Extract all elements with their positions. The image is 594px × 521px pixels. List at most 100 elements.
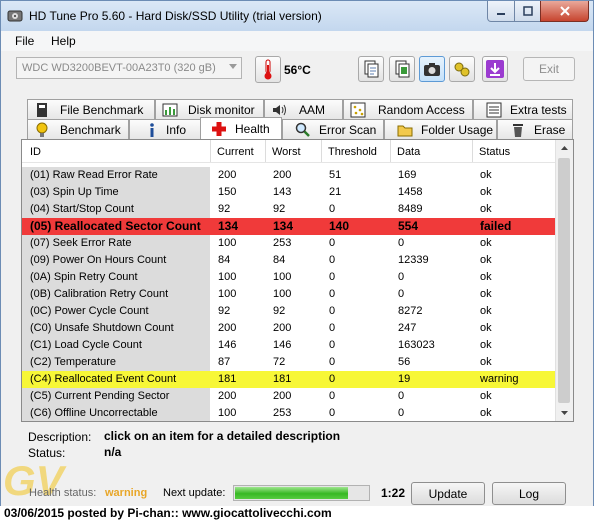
cell-id: (04) Start/Stop Count — [30, 203, 134, 215]
copy-info-button[interactable] — [358, 56, 384, 82]
table-row[interactable]: (09) Power On Hours Count 84 84 0 12339 ok — [22, 252, 556, 269]
close-button[interactable] — [540, 1, 589, 22]
table-row[interactable]: (0A) Spin Retry Count 100 100 0 0 ok — [22, 269, 556, 286]
cell-threshold: 0 — [329, 339, 336, 351]
table-row[interactable]: (07) Seek Error Rate 100 253 0 0 ok — [22, 235, 556, 252]
cell-status: ok — [480, 356, 492, 368]
window-title: HD Tune Pro 5.60 - Hard Disk/SSD Utility… — [29, 9, 322, 23]
minimize-button[interactable] — [487, 1, 515, 22]
drive-select[interactable]: WDC WD3200BEVT-00A23T0 (320 gB) — [16, 57, 242, 79]
cell-id: (09) Power On Hours Count — [30, 254, 167, 266]
tab-disk-monitor[interactable]: Disk monitor — [155, 99, 264, 119]
tab-extra-tests[interactable]: Extra tests — [473, 99, 573, 119]
table-row[interactable]: (0C) Power Cycle Count 92 92 0 8272 ok — [22, 303, 556, 320]
options-button[interactable] — [449, 56, 475, 82]
cell-threshold: 51 — [329, 169, 342, 181]
tab-benchmark[interactable]: Benchmark — [27, 119, 129, 139]
scroll-down-button[interactable] — [556, 404, 573, 421]
column-header-id[interactable]: ID — [22, 140, 211, 162]
table-row[interactable]: (C2) Temperature 87 72 0 56 ok — [22, 354, 556, 371]
column-header-current[interactable]: Current — [211, 140, 266, 162]
cell-id: (03) Spin Up Time — [30, 186, 119, 198]
column-header-threshold[interactable]: Threshold — [322, 140, 391, 162]
chevron-down-icon — [229, 64, 237, 69]
cell-data: 247 — [398, 322, 417, 334]
tab-folder-usage[interactable]: Folder Usage — [384, 119, 497, 139]
tab-erase[interactable]: Erase — [497, 119, 573, 139]
progress-fill — [235, 487, 348, 499]
scroll-up-button[interactable] — [556, 140, 573, 157]
download-button[interactable] — [482, 56, 508, 82]
cell-data: 0 — [398, 237, 405, 249]
table-row[interactable]: (05) Reallocated Sector Count 134 134 140 55… — [22, 218, 556, 235]
health-cross-icon — [211, 121, 227, 137]
menu-file[interactable]: File — [15, 34, 34, 48]
copy-all-button[interactable] — [389, 56, 415, 82]
cell-current: 100 — [218, 407, 237, 419]
lightbulb-icon — [34, 122, 50, 138]
next-update-time: 1:22 — [381, 486, 406, 500]
table-row[interactable]: (0B) Calibration Retry Count 100 100 0 0 ok — [22, 286, 556, 303]
chevron-up-icon — [561, 146, 568, 150]
table-row[interactable]: (C1) Load Cycle Count 146 146 0 163023 ok — [22, 337, 556, 354]
log-button[interactable]: Log — [492, 482, 566, 505]
cell-current: 200 — [218, 322, 237, 334]
cell-current: 200 — [218, 390, 237, 402]
tab-file-benchmark[interactable]: File Benchmark — [27, 99, 155, 119]
posted-by-caption: 03/06/2015 posted by Pi-chan:: www.gioca… — [4, 506, 332, 520]
cell-current: 92 — [218, 305, 231, 317]
cell-id: (C2) Temperature — [30, 356, 116, 368]
scrollbar-thumb[interactable] — [558, 158, 570, 403]
tab-label: File Benchmark — [60, 103, 144, 117]
screenshot-button[interactable] — [419, 56, 445, 82]
smart-table[interactable]: ID Current Worst Threshold Data Status (… — [21, 139, 574, 422]
cell-status: failed — [480, 219, 512, 233]
table-row[interactable]: (03) Spin Up Time 150 143 21 1458 ok — [22, 184, 556, 201]
cell-data: 0 — [398, 407, 405, 419]
table-row[interactable]: (01) Raw Read Error Rate 200 200 51 169 ok — [22, 167, 556, 184]
cell-worst: 100 — [273, 288, 292, 300]
cell-threshold: 0 — [329, 271, 336, 283]
cell-worst: 200 — [273, 390, 292, 402]
cell-data: 0 — [398, 288, 405, 300]
table-row[interactable]: (C0) Unsafe Shutdown Count 200 200 0 247 ok — [22, 320, 556, 337]
cell-id: (C6) Offline Uncorrectable — [30, 407, 158, 419]
cell-worst: 143 — [273, 186, 292, 198]
camera-icon — [424, 63, 440, 76]
cell-threshold: 0 — [329, 254, 336, 266]
cell-threshold: 21 — [329, 186, 342, 198]
table-row[interactable]: (C4) Reallocated Event Count 181 181 0 19 war… — [22, 371, 556, 388]
tab-aam[interactable]: AAM — [264, 99, 343, 119]
cell-current: 87 — [218, 356, 231, 368]
table-row[interactable]: (04) Start/Stop Count 92 92 0 8489 ok — [22, 201, 556, 218]
chevron-down-icon — [561, 411, 568, 415]
tab-random-access[interactable]: Random Access — [343, 99, 473, 119]
tab-info[interactable]: Info — [129, 119, 201, 139]
cell-worst: 253 — [273, 407, 292, 419]
column-header-status[interactable]: Status — [473, 140, 556, 162]
cell-status: warning — [480, 373, 519, 385]
column-header-data[interactable]: Data — [391, 140, 473, 162]
cell-id: (0B) Calibration Retry Count — [30, 288, 169, 300]
maximize-button[interactable] — [514, 1, 541, 22]
caption-strip: 03/06/2015 posted by Pi-chan:: www.gioca… — [0, 506, 594, 521]
update-button[interactable]: Update — [411, 482, 485, 505]
table-row[interactable]: (C6) Offline Uncorrectable 100 253 0 0 ok — [22, 405, 556, 421]
menu-help[interactable]: Help — [51, 34, 76, 48]
title-bar[interactable]: HD Tune Pro 5.60 - Hard Disk/SSD Utility… — [1, 1, 593, 31]
tab-health[interactable]: Health — [200, 117, 282, 139]
cell-current: 92 — [218, 203, 231, 215]
table-row[interactable]: (C5) Current Pending Sector 200 200 0 0 ok — [22, 388, 556, 405]
column-header-worst[interactable]: Worst — [266, 140, 322, 162]
cell-threshold: 0 — [329, 390, 336, 402]
tab-label: Random Access — [378, 103, 465, 117]
cell-current: 84 — [218, 254, 231, 266]
tab-label: Folder Usage — [421, 123, 494, 137]
tab-error-scan[interactable]: Error Scan — [282, 119, 384, 139]
cell-status: ok — [480, 271, 492, 283]
cell-threshold: 0 — [329, 322, 336, 334]
cell-worst: 92 — [273, 305, 286, 317]
exit-button[interactable]: Exit — [523, 57, 575, 81]
scrollbar[interactable] — [555, 140, 573, 421]
folder-icon — [397, 122, 413, 138]
